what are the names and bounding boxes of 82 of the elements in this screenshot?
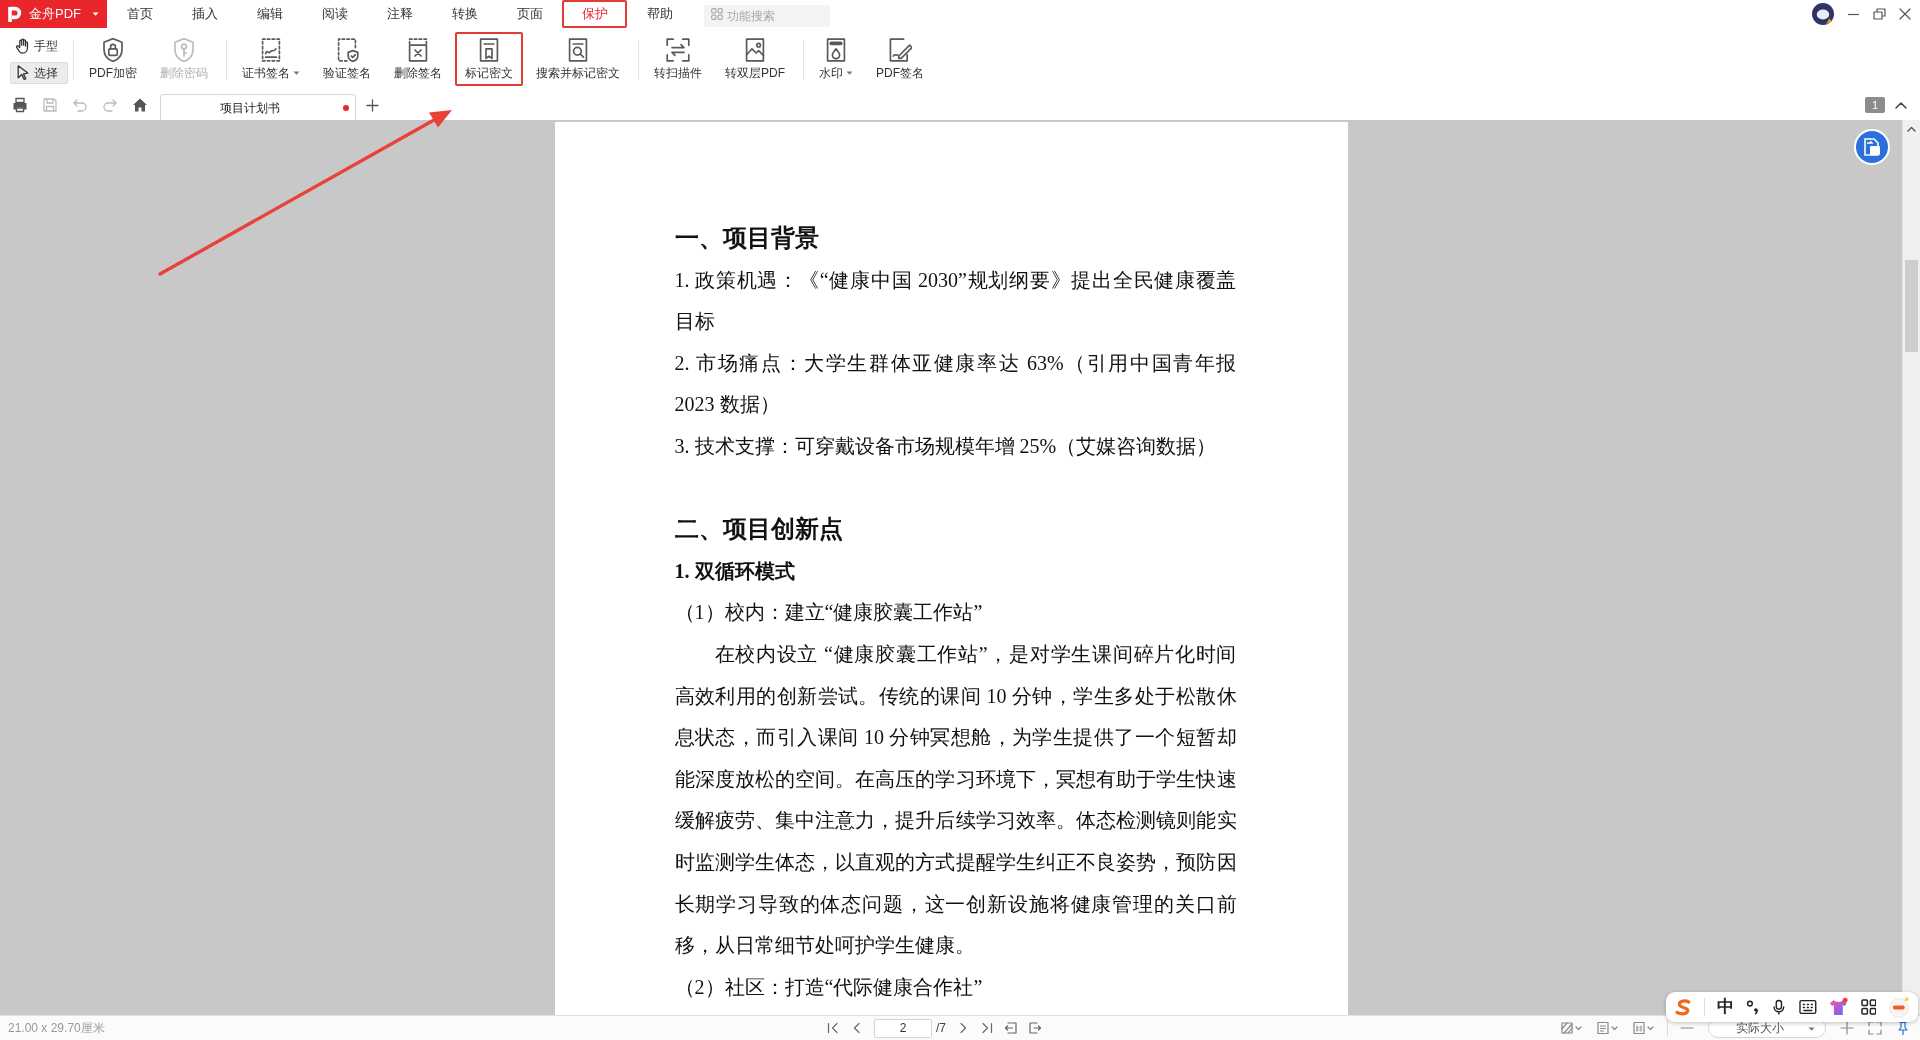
zoom-in-icon[interactable] [1840,1021,1854,1035]
grid-icon[interactable] [1860,999,1877,1015]
document-text: 2. 市场痛点：大学生群体亚健康率达 63%（引用中国青年报 2023 数据） [674,350,1237,418]
page-view-dropdown-icon[interactable] [1597,1021,1619,1035]
grid-icon [711,8,723,20]
keyboard-icon[interactable] [1799,999,1817,1015]
hatched-square-dropdown-icon[interactable] [1561,1021,1583,1035]
menu-tab[interactable]: 首页 [107,0,172,28]
back-box-icon[interactable] [1004,1021,1018,1035]
shield-lock-icon [101,38,125,62]
vertical-scrollbar[interactable] [1902,120,1920,1015]
punctuation-icon[interactable] [1745,999,1760,1015]
scan-icon [666,38,690,62]
pin-icon[interactable] [1896,1021,1910,1035]
mascot-icon[interactable] [1888,996,1911,1018]
caret-up-icon[interactable] [1895,101,1907,109]
document-text: （2）社区：打造“代际健康合作社” [674,974,984,1000]
bookmark-document-icon [477,38,501,62]
menu-tab[interactable]: 页面 [497,0,562,28]
forward-box-icon[interactable] [1028,1021,1042,1035]
actual-size-dropdown-icon[interactable] [1633,1021,1655,1035]
home-icon[interactable] [132,97,148,113]
scroll-up-icon[interactable] [1907,126,1916,132]
ime-logo-icon[interactable] [1674,998,1692,1016]
avatar-icon[interactable] [1812,3,1834,25]
menu-tab[interactable]: 注释 [367,0,432,28]
tool-button[interactable]: 删除签名 [384,32,452,86]
shield-document-icon [335,38,359,62]
page-indicator: 1 [1864,97,1885,113]
page-size-label: 21.00 x 29.70厘米 [7,1020,106,1037]
restore-icon[interactable] [1873,8,1886,20]
tool-button[interactable]: 证书签名 [232,32,310,86]
document-text: 1. 政策机遇：《“健康中国 2030”规划纲要》提出全民健康覆盖目标 [674,267,1237,335]
fit-screen-icon[interactable] [1868,1021,1882,1035]
close-icon[interactable] [1899,8,1911,20]
delete-document-icon [406,38,430,62]
page-number-field[interactable]: 2 [874,1018,932,1038]
menu-tab[interactable]: 编辑 [237,0,302,28]
pen-document-icon [888,38,912,62]
shield-key-icon [172,38,196,62]
menu-tab[interactable]: 阅读 [302,0,367,28]
tool-button[interactable]: PDF签名 [866,32,934,86]
document-paragraph: 在校内设立 “健康胶囊工作站”，是对学生课间碎片化时间高效利用的创新尝试。传统的课间 10 分钟，学生多处于松散休息状态，而引入课间 10 分钟冥想舱，为学生提供了一个短暂却能深度放松的空间。在高压的学习环境下，冥想有助于学生快速缓解疲劳、集中注意力，提升后续学习效率。体态检测镜则能实时监测学生体态，以直观的方式提醒学生纠正不良姿势，预防因长期学习导致的体态问题，这一创新设施将健康管理的关口前移，从日常细节处呵护学生健康。 [674,641,1237,959]
page-total-label: /7 [936,1020,946,1037]
search-document-icon [566,38,590,62]
tool-button[interactable]: 水印 [809,32,863,86]
signature-document-icon [259,38,283,62]
document-subheading: 1. 双循环模式 [674,558,796,584]
plus-icon[interactable] [366,98,379,112]
document-tab[interactable]: 项目计划书 [160,94,356,120]
mode-button[interactable]: 手型 [10,35,68,57]
document-heading: 一、项目背景 [674,224,820,253]
tool-button[interactable]: 转双层PDF [715,32,795,86]
menu-tab[interactable]: 插入 [172,0,237,28]
cursor-icon [15,65,31,81]
app-menu-button[interactable]: 金舟PDF [0,0,107,28]
menu-tab[interactable]: 帮助 [627,0,692,28]
document-text: （1）校内：建立“健康胶囊工作站” [674,600,984,626]
document-heading: 二、项目创新点 [674,515,844,545]
menu-tab[interactable]: 保护 [562,0,627,28]
first-page-icon[interactable] [826,1021,840,1035]
logo-icon [7,5,23,23]
document-text: 3. 技术支撑：可穿戴设备市场规模年增 25%（艾媒咨询数据） [674,433,1218,459]
image-document-icon [743,38,767,62]
shirt-icon[interactable] [1828,997,1849,1017]
last-page-icon[interactable] [980,1021,994,1035]
drop-document-icon [824,38,848,62]
tool-button[interactable]: 搜索并标记密文 [526,32,630,86]
scrollbar-thumb[interactable] [1905,260,1918,352]
caret-icon [1808,1027,1815,1031]
tool-button[interactable]: 验证签名 [313,32,381,86]
hand-icon [15,38,31,54]
tool-button[interactable]: 转扫描件 [644,32,712,86]
input-mode-toggle[interactable]: 中 [1716,997,1734,1017]
search-field[interactable]: 功能搜索 [704,5,830,27]
tool-button[interactable]: PDF加密 [79,32,147,86]
mode-button[interactable]: 选择 [10,62,68,84]
tool-button[interactable]: 标记密文 [455,32,523,86]
caret-icon [92,12,99,16]
print-icon[interactable] [12,97,28,113]
convert-document-icon[interactable] [1854,129,1890,165]
menu-tab[interactable]: 转换 [432,0,497,28]
